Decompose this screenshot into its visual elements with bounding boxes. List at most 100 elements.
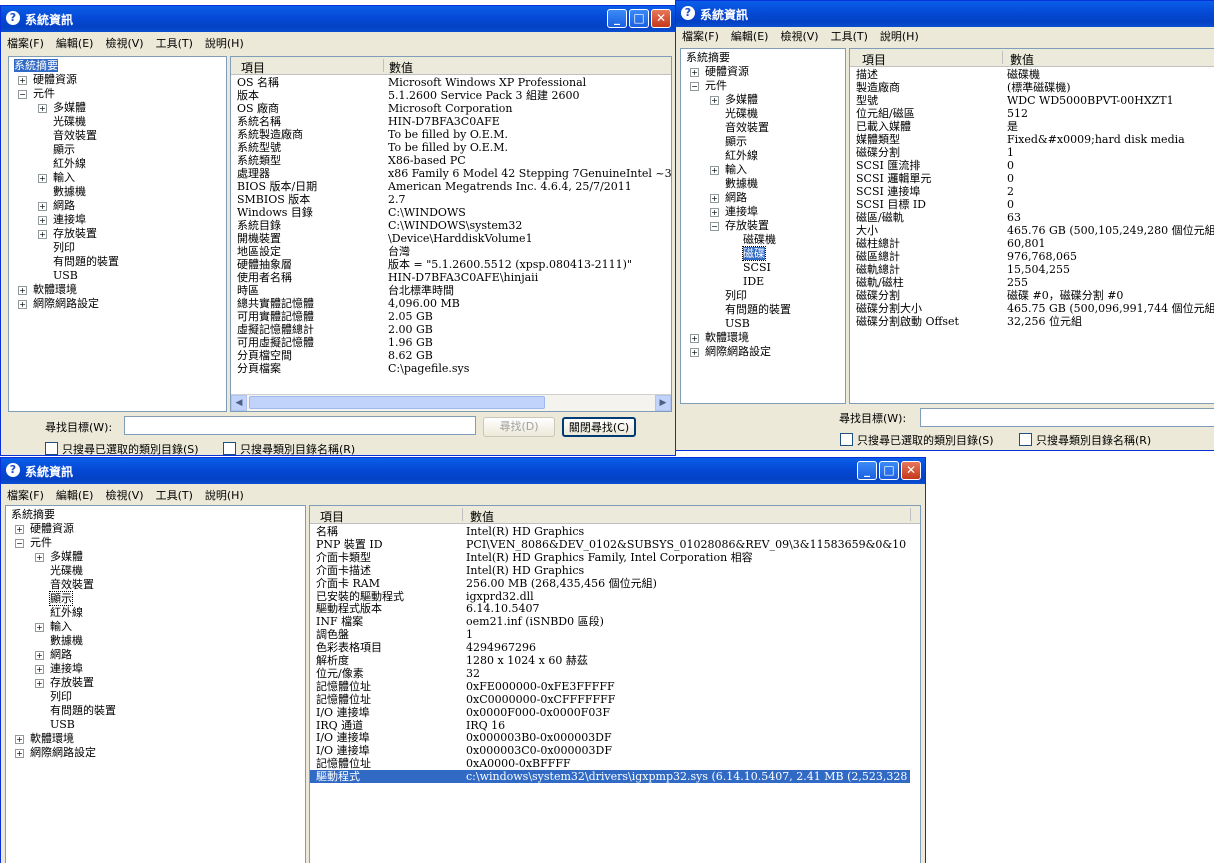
- table-row[interactable]: SCSI 匯流排 0: [850, 159, 1214, 172]
- table-row[interactable]: PNP 裝置 ID PCI\VEN_8086&DEV_0102&SUBSYS_01…: [310, 538, 920, 551]
- tree-item-scsi[interactable]: SCSI: [743, 261, 771, 274]
- tree-item-input[interactable]: 輸入: [53, 171, 75, 184]
- table-row[interactable]: 磁柱總計 60,801: [850, 237, 1214, 250]
- expand-icon[interactable]: +: [38, 104, 47, 113]
- table-row[interactable]: 描述 磁碟機: [850, 68, 1214, 81]
- table-row[interactable]: 磁碟分割大小 465.75 GB (500,096,991,744 個位元組): [850, 302, 1214, 315]
- close-button[interactable]: ✕: [901, 461, 921, 480]
- tree-item-problem-devices[interactable]: 有問題的裝置: [50, 704, 116, 717]
- expand-icon[interactable]: +: [15, 749, 24, 758]
- tree-item-input[interactable]: 輸入: [725, 163, 747, 176]
- collapse-icon[interactable]: −: [18, 90, 27, 99]
- tree-item-cdrom[interactable]: 光碟機: [725, 107, 758, 120]
- menu-help[interactable]: 說明(H): [199, 484, 250, 504]
- table-row[interactable]: 磁碟分割 磁碟 #0，磁碟分割 #0: [850, 289, 1214, 302]
- table-row[interactable]: 處理器 x86 Family 6 Model 42 Stepping 7Genui…: [231, 167, 671, 180]
- table-row[interactable]: 驅動程式版本 6.14.10.5407: [310, 602, 920, 615]
- maximize-button[interactable]: □: [879, 461, 899, 480]
- menu-tools[interactable]: 工具(T): [825, 25, 874, 45]
- title-bar[interactable]: ? 系統資訊 _ □ ✕: [1, 458, 925, 484]
- table-row[interactable]: 解析度 1280 x 1024 x 60 赫茲: [310, 654, 920, 667]
- menu-help[interactable]: 說明(H): [199, 32, 250, 52]
- expand-icon[interactable]: +: [35, 553, 44, 562]
- table-row[interactable]: 磁區總計 976,768,065: [850, 250, 1214, 263]
- tree-item-storage[interactable]: 存放裝置: [53, 227, 97, 240]
- expand-icon[interactable]: +: [38, 174, 47, 183]
- tree-item-infrared[interactable]: 紅外線: [53, 157, 86, 170]
- expand-icon[interactable]: +: [18, 300, 27, 309]
- tree-item-components[interactable]: 元件: [33, 87, 55, 100]
- scroll-left-arrow[interactable]: ◀: [231, 395, 247, 411]
- collapse-icon[interactable]: −: [710, 222, 719, 231]
- tree-item-printing[interactable]: 列印: [53, 241, 75, 254]
- tree-item-software-environment[interactable]: 軟體環境: [33, 283, 77, 296]
- tree-item-ports[interactable]: 連接埠: [50, 662, 83, 675]
- tree-item-multimedia[interactable]: 多媒體: [53, 101, 86, 114]
- tree-item-internet-settings[interactable]: 網際網路設定: [30, 746, 96, 759]
- table-row[interactable]: 色彩表格項目 4294967296: [310, 641, 920, 654]
- tree-item-hardware-resources[interactable]: 硬體資源: [30, 522, 74, 535]
- table-row[interactable]: 分頁檔案 C:\pagefile.sys: [231, 362, 671, 375]
- tree-item-hardware-resources[interactable]: 硬體資源: [33, 73, 77, 86]
- column-header-item[interactable]: 項目: [320, 508, 344, 525]
- details-list[interactable]: 項目 數值 OS 名稱 Microsoft Windows XP Professi…: [230, 56, 672, 412]
- tree-item-storage[interactable]: 存放裝置: [725, 219, 769, 232]
- menu-help[interactable]: 說明(H): [874, 25, 925, 45]
- scroll-thumb[interactable]: [249, 396, 545, 409]
- tree-item-components[interactable]: 元件: [705, 79, 727, 92]
- expand-icon[interactable]: +: [710, 96, 719, 105]
- table-row[interactable]: SCSI 目標 ID 0: [850, 198, 1214, 211]
- scroll-right-arrow[interactable]: ▶: [655, 395, 671, 411]
- table-row[interactable]: 系統型號 To be filled by O.E.M.: [231, 141, 671, 154]
- tree-item-usb[interactable]: USB: [725, 317, 750, 330]
- tree-item-sound-device[interactable]: 音效裝置: [53, 129, 97, 142]
- table-row[interactable]: 介面卡 RAM 256.00 MB (268,435,456 個位元組): [310, 577, 920, 590]
- details-list[interactable]: 項目 數值 描述 磁碟機 製造廠商 (標準磁碟機) 型號 WDC WD5000BPVT-0…: [849, 48, 1214, 404]
- tree-item-cdrom[interactable]: 光碟機: [50, 564, 83, 577]
- table-row[interactable]: 磁軌/磁柱 255: [850, 276, 1214, 289]
- tree-item-display[interactable]: 顯示: [53, 143, 75, 156]
- tree-item-system-summary[interactable]: 系統摘要: [14, 59, 58, 72]
- table-row[interactable]: 可用虛擬記憶體 1.96 GB: [231, 336, 671, 349]
- tree-item-modem[interactable]: 數據機: [725, 177, 758, 190]
- table-row[interactable]: 位元組/磁區 512: [850, 107, 1214, 120]
- menu-edit[interactable]: 編輯(E): [50, 32, 100, 52]
- tree-item-printing[interactable]: 列印: [50, 690, 72, 703]
- table-row[interactable]: 介面卡類型 Intel(R) HD Graphics Family, Intel …: [310, 551, 920, 564]
- tree-item-ports[interactable]: 連接埠: [53, 213, 86, 226]
- table-row[interactable]: 版本 5.1.2600 Service Pack 3 組建 2600: [231, 89, 671, 102]
- column-header-value[interactable]: 數值: [470, 508, 494, 525]
- table-row[interactable]: 記憶體位址 0xA0000-0xBFFFF: [310, 757, 920, 770]
- expand-icon[interactable]: +: [15, 735, 24, 744]
- table-row[interactable]: 系統類型 X86-based PC: [231, 154, 671, 167]
- tree-item-ide[interactable]: IDE: [743, 275, 764, 288]
- category-tree[interactable]: 系統摘要 + 硬體資源 − 元件 + 多媒體 光碟機 音效裝置 顯示 紅外線 +…: [680, 48, 846, 404]
- minimize-button[interactable]: _: [857, 461, 877, 480]
- tree-item-system-summary[interactable]: 系統摘要: [686, 51, 730, 64]
- tree-item-multimedia[interactable]: 多媒體: [725, 93, 758, 106]
- table-row[interactable]: 系統名稱 HIN-D7BFA3C0AFE: [231, 115, 671, 128]
- close-find-button[interactable]: 關閉尋找(C): [562, 417, 636, 437]
- tree-item-components[interactable]: 元件: [30, 536, 52, 549]
- tree-item-sound-device[interactable]: 音效裝置: [50, 578, 94, 591]
- search-category-names-checkbox[interactable]: 只搜尋類別目錄名稱(R): [223, 441, 355, 455]
- table-row[interactable]: 記憶體位址 0xC0000000-0xCFFFFFFF: [310, 693, 920, 706]
- table-row[interactable]: I/O 連接埠 0x000003C0-0x000003DF: [310, 744, 920, 757]
- table-row[interactable]: 時區 台北標準時間: [231, 284, 671, 297]
- table-row[interactable]: 磁碟分割啟動 Offset 32,256 位元組: [850, 315, 1214, 328]
- table-row[interactable]: 系統目錄 C:\WINDOWS\system32: [231, 219, 671, 232]
- collapse-icon[interactable]: −: [690, 82, 699, 91]
- tree-item-network[interactable]: 網路: [725, 191, 747, 204]
- column-header-item[interactable]: 項目: [862, 51, 886, 68]
- table-row[interactable]: 名稱 Intel(R) HD Graphics: [310, 525, 920, 538]
- search-category-names-checkbox[interactable]: 只搜尋類別目錄名稱(R): [1019, 432, 1151, 448]
- expand-icon[interactable]: +: [690, 334, 699, 343]
- expand-icon[interactable]: +: [38, 230, 47, 239]
- details-list[interactable]: 項目 數值 名稱 Intel(R) HD Graphics PNP 裝置 ID PCI…: [309, 505, 921, 863]
- menu-edit[interactable]: 編輯(E): [725, 25, 775, 45]
- tree-item-problem-devices[interactable]: 有問題的裝置: [725, 303, 791, 316]
- maximize-button[interactable]: □: [629, 9, 649, 28]
- tree-item-printing[interactable]: 列印: [725, 289, 747, 302]
- expand-icon[interactable]: +: [38, 216, 47, 225]
- tree-item-software-environment[interactable]: 軟體環境: [705, 331, 749, 344]
